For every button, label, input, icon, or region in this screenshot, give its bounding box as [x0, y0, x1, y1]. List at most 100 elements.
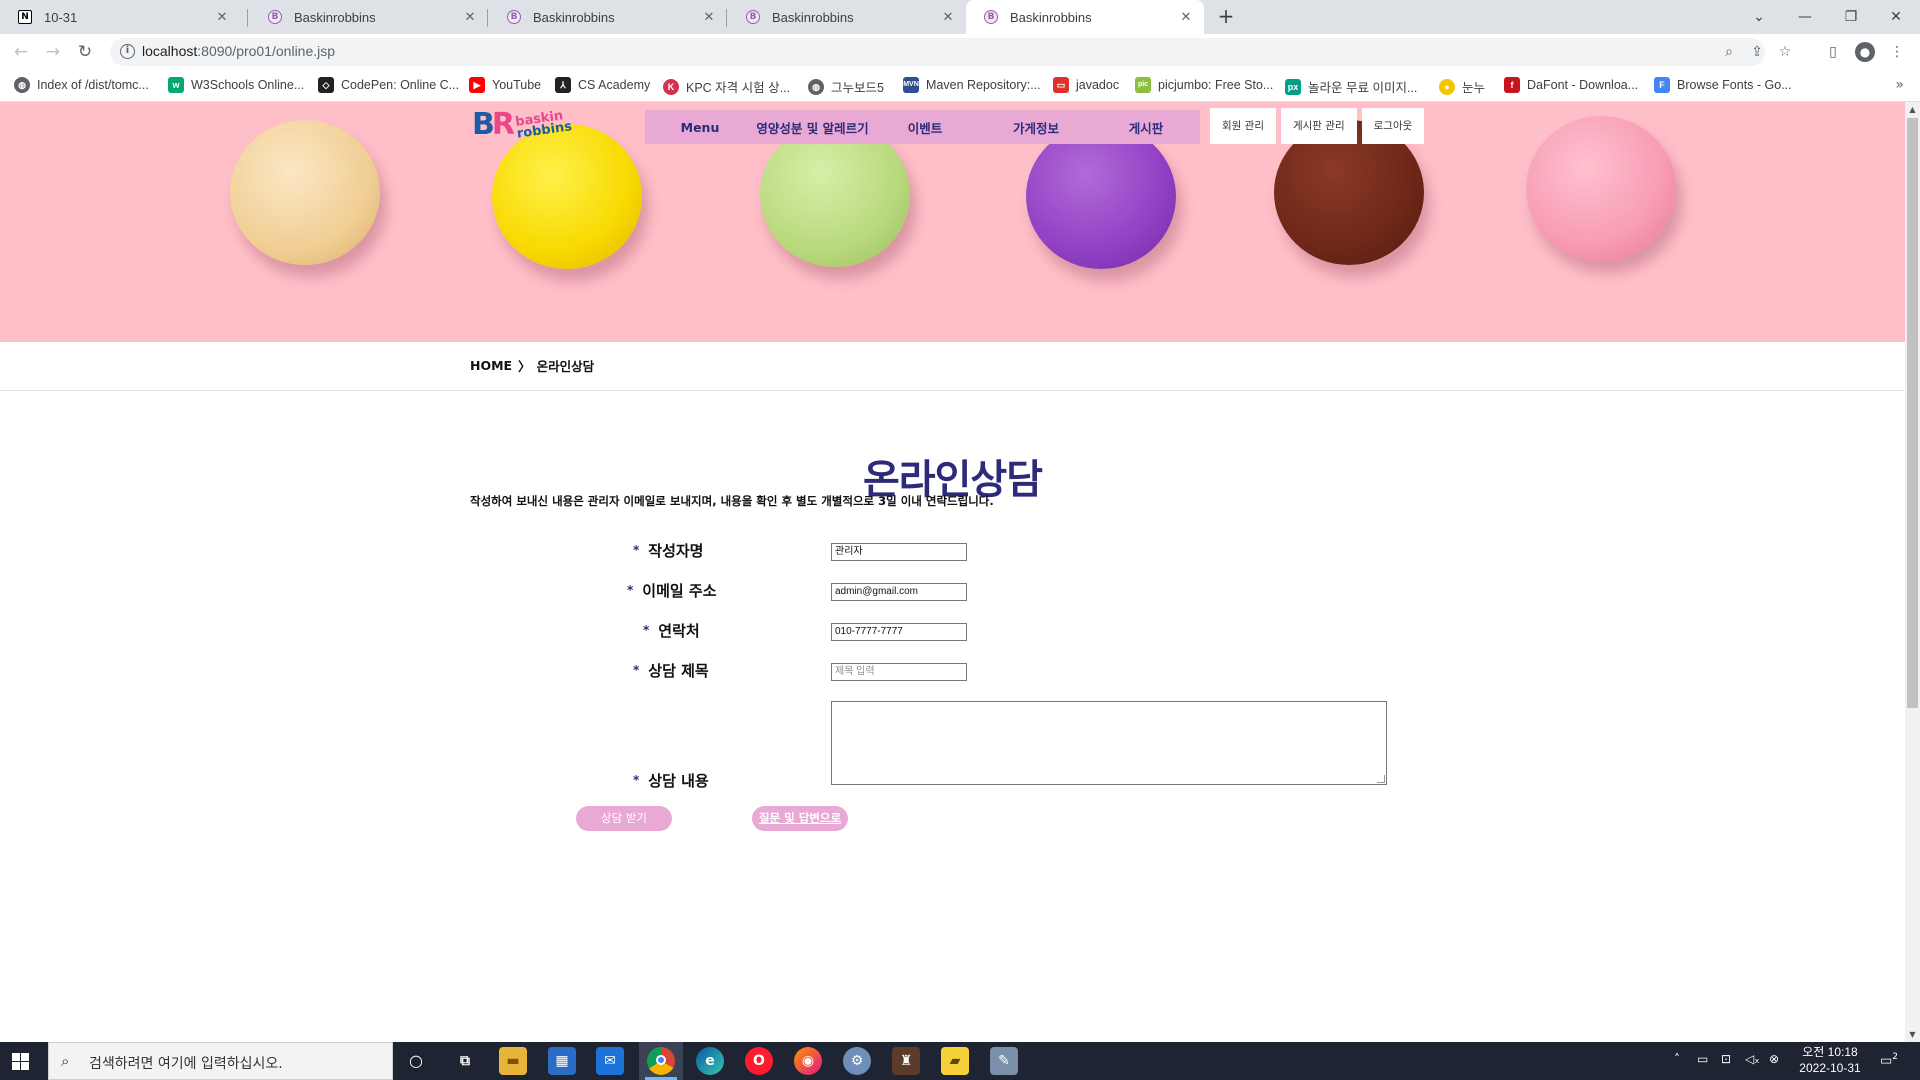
nav-item-board[interactable]: 게시판 — [1092, 118, 1200, 137]
omnibox[interactable]: i localhost:8090/pro01/online.jsp ⌕ ⇪ ☆ — [110, 38, 1791, 66]
site-info-icon[interactable]: i — [120, 44, 135, 59]
bookmark-star-icon[interactable]: ☆ — [1775, 42, 1795, 62]
form-row-subject: * 상담 제목 제목 입력 — [0, 660, 1905, 686]
profile-avatar-icon[interactable]: ● — [1855, 42, 1875, 62]
bookmark-item[interactable]: ◇ CodePen: Online C... — [318, 77, 459, 93]
subject-input[interactable]: 제목 입력 — [831, 663, 967, 681]
breadcrumb-home-link[interactable]: HOME — [470, 358, 512, 373]
email-input[interactable]: admin@gmail.com — [831, 583, 967, 601]
browser-tab-4[interactable]: B Baskinrobbins ✕ — [728, 0, 966, 34]
vertical-scrollbar[interactable]: ▲ ▼ — [1905, 102, 1920, 1042]
author-input[interactable]: 관리자 — [831, 543, 967, 561]
breadcrumb-separator-icon: 〉 — [518, 359, 531, 374]
file-explorer-icon[interactable]: ▬ — [499, 1047, 527, 1075]
form-row-phone: * 연락처 010-7777-7777 — [0, 620, 1905, 646]
nav-item-store-info[interactable]: 가게정보 — [980, 118, 1092, 137]
back-arrow-icon[interactable]: ← — [9, 40, 33, 64]
paint-app-icon[interactable]: ✎ — [990, 1047, 1018, 1075]
bookmark-item[interactable]: ◍ Index of /dist/tomc... — [14, 77, 149, 93]
tray-network-icon[interactable]: ⊡ — [1721, 1052, 1731, 1066]
sticky-notes-icon[interactable]: ▰ — [941, 1047, 969, 1075]
side-panel-icon[interactable]: ▯ — [1823, 42, 1843, 62]
youtube-icon: ▶ — [469, 77, 485, 93]
tray-display-icon[interactable]: ▭ — [1697, 1052, 1708, 1066]
content-textarea[interactable] — [831, 701, 1387, 785]
cortana-circle-icon[interactable]: ○ — [402, 1047, 430, 1075]
close-icon[interactable]: ✕ — [462, 10, 478, 25]
bookmark-item[interactable]: MVN Maven Repository:... — [903, 77, 1041, 93]
bookmark-item[interactable]: F Browse Fonts - Go... — [1654, 77, 1792, 93]
bookmark-item[interactable]: px 놀라운 무료 이미지... — [1285, 77, 1417, 96]
picjumbo-icon: pic — [1135, 77, 1151, 93]
minimize-icon[interactable]: — — [1793, 6, 1817, 28]
window-close-icon[interactable]: ✕ — [1884, 6, 1908, 28]
game-app-icon[interactable]: ♜ — [892, 1047, 920, 1075]
close-icon[interactable]: ✕ — [701, 10, 717, 25]
reload-icon[interactable]: ↻ — [73, 40, 97, 64]
chevron-more-bookmarks-icon[interactable]: » — [1895, 77, 1904, 93]
submit-consult-button[interactable]: 상담 받기 — [576, 806, 672, 831]
browser-tab-3[interactable]: B Baskinrobbins ✕ — [489, 0, 727, 34]
bookmark-item[interactable]: ● 눈누 — [1439, 77, 1485, 96]
baskinrobbins-logo[interactable]: BR baskin robbins — [472, 108, 573, 141]
forward-arrow-icon[interactable]: → — [41, 40, 65, 64]
tray-chevron-up-icon[interactable]: ˄ — [1674, 1052, 1680, 1066]
mail-icon[interactable]: ✉ — [596, 1047, 624, 1075]
firefox-icon[interactable]: ◉ — [794, 1047, 822, 1075]
faq-link-button[interactable]: 질문 및 답변으로 — [752, 806, 848, 831]
logout-button[interactable]: 로그아웃 — [1361, 108, 1425, 144]
task-view-icon[interactable]: ⧉ — [451, 1047, 479, 1075]
tray-ime-icon[interactable]: ⊗ — [1769, 1052, 1779, 1066]
member-manage-button[interactable]: 회원 관리 — [1210, 108, 1276, 144]
bookmark-item[interactable]: ◍ 그누보드5 — [808, 77, 884, 96]
vanilla-scoop-image — [230, 120, 380, 265]
opera-icon[interactable]: O — [745, 1047, 773, 1075]
globe-icon: ◍ — [14, 77, 30, 93]
phone-label-text: 연락처 — [658, 622, 700, 640]
microsoft-store-icon[interactable]: ▦ — [548, 1047, 576, 1075]
board-manage-button[interactable]: 게시판 관리 — [1280, 108, 1357, 144]
notification-center-icon[interactable]: ▭2 — [1880, 1052, 1898, 1068]
bookmark-label: 놀라운 무료 이미지... — [1308, 81, 1418, 95]
taskbar-search-box[interactable]: ⌕ 검색하려면 여기에 입력하십시오. — [48, 1042, 393, 1080]
bookmark-item[interactable]: pic picjumbo: Free Sto... — [1135, 77, 1273, 93]
bookmark-item[interactable]: ⅄ CS Academy — [555, 77, 650, 93]
kebab-menu-icon[interactable]: ⋮ — [1887, 42, 1907, 62]
cs-academy-icon: ⅄ — [555, 77, 571, 93]
taskbar-clock[interactable]: 오전 10:18 2022-10-31 — [1785, 1044, 1875, 1076]
bookmark-item[interactable]: K KPC 자격 시험 상... — [663, 77, 790, 96]
form-row-author: * 작성자명 관리자 — [0, 540, 1905, 566]
browser-tab-2[interactable]: B Baskinrobbins ✕ — [250, 0, 488, 34]
scrollbar-thumb[interactable] — [1907, 118, 1918, 708]
zoom-magnifier-icon[interactable]: ⌕ — [1719, 42, 1739, 62]
bookmark-item[interactable]: f DaFont - Downloa... — [1504, 77, 1638, 93]
windows-start-icon[interactable] — [12, 1053, 29, 1070]
settings-gear-app-icon[interactable]: ⚙ — [843, 1047, 871, 1075]
bookmark-item[interactable]: ▶ YouTube — [469, 77, 541, 93]
bookmark-item[interactable]: w W3Schools Online... — [168, 77, 304, 93]
browser-tab-1[interactable]: N 10-31 ✕ — [0, 0, 240, 34]
restore-icon[interactable]: ❐ — [1839, 6, 1863, 28]
scroll-down-arrow-icon[interactable]: ▼ — [1905, 1027, 1920, 1042]
tab-search-chevron-icon[interactable]: ⌄ — [1747, 6, 1771, 28]
new-tab-plus-icon[interactable]: + — [1215, 6, 1237, 28]
required-mark: * — [633, 773, 640, 787]
close-icon[interactable]: ✕ — [1178, 10, 1194, 25]
tray-volume-muted-icon[interactable]: ◁ₓ — [1745, 1052, 1760, 1066]
nav-item-menu[interactable]: Menu — [645, 120, 755, 135]
close-icon[interactable]: ✕ — [940, 10, 956, 25]
nav-item-nutrition[interactable]: 영양성분 및 알레르기 — [755, 118, 870, 137]
chrome-icon[interactable] — [647, 1047, 675, 1075]
resize-grip-icon[interactable] — [1377, 775, 1385, 783]
phone-input[interactable]: 010-7777-7777 — [831, 623, 967, 641]
edge-icon[interactable]: e — [696, 1047, 724, 1075]
tab-title: Baskinrobbins — [1010, 9, 1092, 25]
url-text[interactable]: localhost:8090/pro01/online.jsp — [142, 43, 335, 59]
close-icon[interactable]: ✕ — [214, 10, 230, 25]
browser-tab-5-active[interactable]: B Baskinrobbins ✕ — [966, 0, 1204, 34]
nav-item-event[interactable]: 이벤트 — [870, 118, 980, 137]
share-icon[interactable]: ⇪ — [1747, 42, 1767, 62]
bookmark-item[interactable]: ▭ javadoc — [1053, 77, 1119, 93]
scroll-up-arrow-icon[interactable]: ▲ — [1905, 102, 1920, 117]
notification-count: 2 — [1892, 1052, 1899, 1062]
